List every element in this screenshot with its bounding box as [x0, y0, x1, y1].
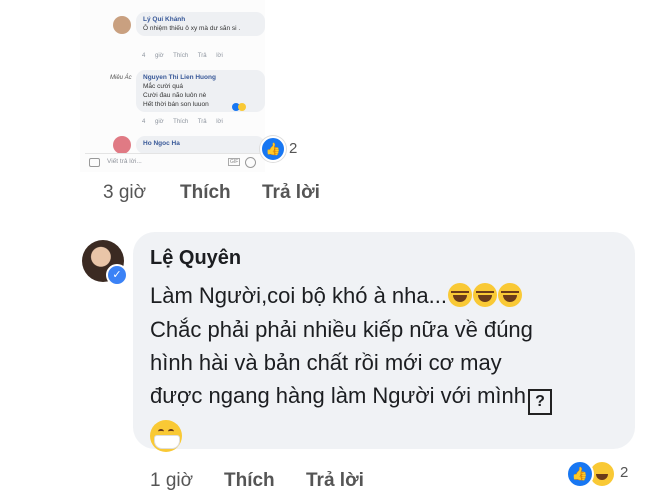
haha-reaction-icon: [238, 103, 246, 111]
laughing-emoji-icon: [472, 283, 497, 307]
comment-text: hình hài và bản chất rồi mới cơ may: [150, 350, 502, 375]
comment-line: được ngang hàng làm Người với mình?: [150, 383, 553, 415]
reply-link[interactable]: Trả lời: [198, 119, 223, 125]
embedded-screenshot: Lý Quí Khánh Ô nhiệm thiếu ô xy mà dư să…: [80, 0, 265, 172]
comment-time: 1 giờ: [150, 470, 194, 491]
comment-text-line: Mắc cười quá: [143, 83, 184, 90]
comment-actions: 4 giờ Thích Trả lời: [142, 53, 223, 59]
comment-text: được ngang hàng làm Người với mình: [150, 383, 527, 408]
comment-time: 3 giờ: [103, 182, 147, 203]
comment-text: Ô nhiệm thiếu ô xy mà dư săn si .: [143, 25, 241, 32]
comment-bubble: Ho Ngoc Ha: [136, 136, 265, 154]
reaction-count[interactable]: 2: [620, 464, 628, 481]
comment-bubble: Lý Quí Khánh Ô nhiệm thiếu ô xy mà dư să…: [136, 12, 265, 36]
reply-input-bar[interactable]: Viết trả lời... GIF: [85, 153, 260, 170]
comment-line: Làm Người,coi bộ khó à nha...: [150, 283, 522, 309]
laughing-emoji-icon: [497, 283, 522, 307]
commenter-name[interactable]: Ho Ngoc Ha: [143, 139, 258, 148]
emoji-eye: [168, 429, 174, 434]
comment-text-line: Cười đau não luôn nè: [143, 92, 207, 99]
emoji-mask: [154, 435, 180, 449]
mask-emoji-icon: [150, 420, 182, 452]
sticker-icon[interactable]: [245, 157, 256, 168]
like-link[interactable]: Thích: [180, 182, 231, 204]
like-reaction-icon[interactable]: 👍: [260, 136, 286, 162]
avatar: [113, 16, 131, 34]
comment-text: Chắc phải phải nhiều kiếp nữa về đúng: [150, 317, 533, 342]
gif-icon[interactable]: GIF: [228, 158, 241, 166]
comment-time: 4 giờ: [142, 53, 164, 59]
avatar: Miêu Ác: [110, 75, 132, 81]
commenter-name[interactable]: Lệ Quyên: [150, 247, 241, 270]
reaction-count[interactable]: 2: [289, 140, 297, 157]
comment-text: Làm Người,coi bộ khó à nha...: [150, 283, 447, 308]
reply-input-placeholder[interactable]: Viết trả lời...: [107, 158, 142, 165]
question-box-icon: ?: [528, 389, 553, 415]
emoji-eye: [158, 429, 164, 434]
like-link[interactable]: Thích: [224, 470, 275, 492]
verified-check-icon: ✓: [106, 264, 128, 286]
reply-link[interactable]: Trả lời: [306, 470, 364, 492]
comment-time: 4 giờ: [142, 119, 164, 125]
commenter-name[interactable]: Nguyen Thi Lien Huong: [143, 73, 258, 82]
laughing-emoji-icon: [447, 283, 472, 307]
reply-link[interactable]: Trả lời: [198, 53, 223, 59]
camera-icon[interactable]: [89, 158, 100, 167]
avatar: [113, 136, 131, 154]
comment-actions: 4 giờ Thích Trả lời: [142, 119, 223, 125]
like-reaction-icon[interactable]: 👍: [566, 460, 594, 488]
commenter-name[interactable]: Lý Quí Khánh: [143, 15, 258, 24]
like-link[interactable]: Thích: [173, 119, 188, 125]
like-link[interactable]: Thích: [173, 53, 188, 59]
reply-link[interactable]: Trả lời: [262, 182, 320, 204]
